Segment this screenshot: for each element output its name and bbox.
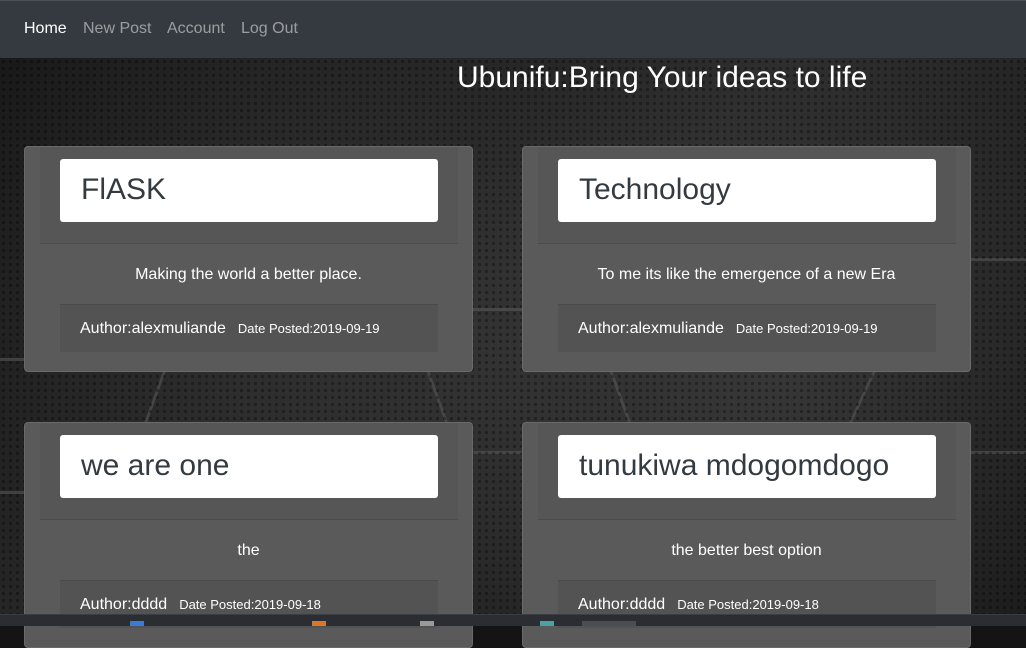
post-description: Making the world a better place. bbox=[135, 266, 362, 283]
post-footer: Author:alexmuliande Date Posted:2019-09-1… bbox=[558, 304, 936, 352]
post-title[interactable]: FlASK bbox=[60, 159, 438, 222]
system-taskbar bbox=[0, 614, 1026, 626]
post-title[interactable]: tunukiwa mdogomdogo bbox=[558, 435, 936, 498]
taskbar-app-icon[interactable] bbox=[540, 621, 554, 626]
taskbar-app-icon[interactable] bbox=[130, 621, 144, 626]
post-card: Technology To me its like the emergence … bbox=[522, 146, 971, 372]
nav-account-link[interactable]: Account bbox=[167, 20, 225, 38]
post-date: Date Posted:2019-09-19 bbox=[735, 321, 878, 336]
post-title[interactable]: we are one bbox=[60, 435, 438, 498]
taskbar-app-icon[interactable] bbox=[420, 621, 434, 626]
nav-home-link[interactable]: Home bbox=[24, 20, 67, 38]
post-author: Author:alexmuliande bbox=[578, 320, 724, 337]
taskbar-active-app[interactable] bbox=[582, 621, 636, 626]
post-author: Author:alexmuliande bbox=[80, 320, 226, 337]
post-author: Author:dddd bbox=[80, 596, 168, 613]
top-navbar: Home New Post Account Log Out bbox=[0, 0, 1026, 58]
post-title[interactable]: Technology bbox=[558, 159, 936, 222]
nav-logout-link[interactable]: Log Out bbox=[241, 20, 298, 38]
taskbar-app-icon[interactable] bbox=[312, 621, 326, 626]
nav-new-post-link[interactable]: New Post bbox=[83, 20, 151, 38]
post-footer: Author:alexmuliande Date Posted:2019-09-1… bbox=[60, 304, 438, 352]
page-title: Ubunifu:Bring Your ideas to life bbox=[457, 61, 868, 94]
post-date: Date Posted:2019-09-19 bbox=[237, 321, 380, 336]
post-author: Author:dddd bbox=[578, 596, 666, 613]
post-description: the better best option bbox=[671, 542, 822, 559]
post-date: Date Posted:2019-09-18 bbox=[677, 597, 819, 612]
post-description: the bbox=[237, 542, 260, 559]
post-date: Date Posted:2019-09-18 bbox=[179, 597, 321, 612]
post-card: FlASK Making the world a better place. A… bbox=[24, 146, 473, 372]
post-description: To me its like the emergence of a new Er… bbox=[597, 266, 896, 283]
